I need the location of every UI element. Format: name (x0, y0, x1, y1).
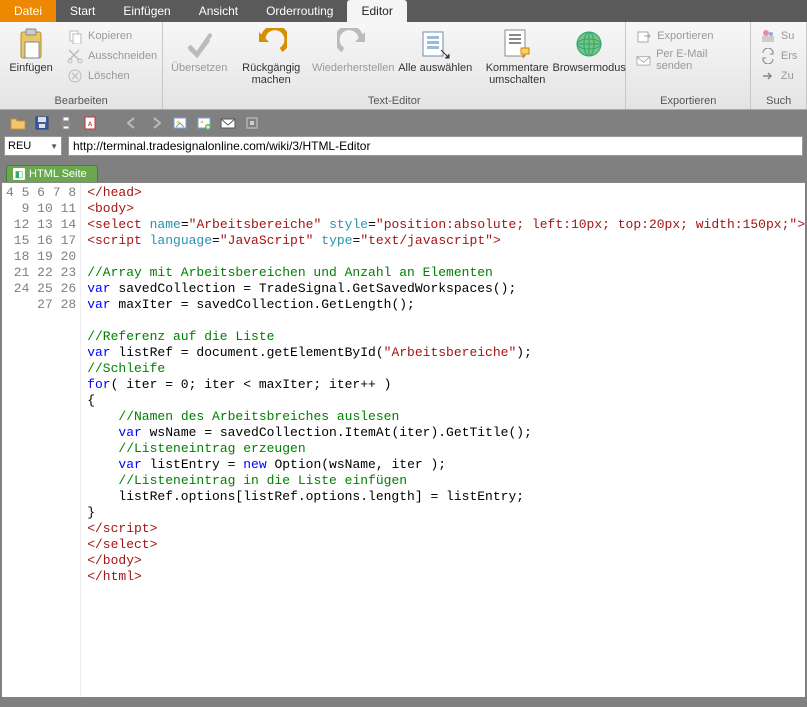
mail-icon (636, 52, 651, 68)
delete-button[interactable]: Löschen (67, 68, 157, 84)
menu-tab-einfügen[interactable]: Einfügen (109, 0, 184, 22)
goto-icon (760, 68, 776, 84)
check-icon (183, 28, 215, 60)
svg-text:A: A (88, 122, 93, 128)
ribbon-button-label: Kommentare umschalten (477, 63, 557, 86)
url-input[interactable]: http://terminal.tradesignalonline.com/wi… (68, 136, 803, 156)
redo-icon (337, 28, 369, 60)
ribbon-group-label: Text-Editor (368, 95, 421, 107)
url-value: http://terminal.tradesignalonline.com/wi… (73, 139, 370, 153)
selectall-icon (419, 28, 451, 60)
ribbon-group-bearbeiten: Einfügen Kopieren Ausschneiden Löschen Bearb… (0, 22, 163, 109)
code-editor[interactable]: 4 5 6 7 8 9 10 11 12 13 14 15 16 17 18 1… (0, 182, 807, 699)
copy-button[interactable]: Kopieren (67, 28, 157, 44)
people-button[interactable]: Su (760, 28, 798, 44)
ribbon-button-label: Wiederherstellen (312, 63, 395, 75)
people-icon (760, 28, 776, 44)
comment-icon (501, 28, 533, 60)
undo-icon (255, 28, 287, 60)
comment-button[interactable]: Kommentare umschalten (477, 26, 557, 86)
document-tab[interactable]: ◧ HTML Seite (6, 165, 98, 182)
globe-button[interactable]: Browsermodus (559, 26, 619, 75)
html-doc-icon: ◧ (13, 168, 25, 180)
document-tab-label: HTML Seite (29, 168, 87, 180)
ribbon-small-label: Ers (781, 50, 798, 62)
ribbon-button-label: Browsermodus (553, 63, 626, 75)
menu-tab-ansicht[interactable]: Ansicht (185, 0, 252, 22)
ribbon-small-label: Ausschneiden (88, 50, 157, 62)
ribbon-button-label: Übersetzen (171, 63, 227, 75)
replace-icon (760, 48, 776, 64)
toolbar-fwd-button[interactable] (148, 115, 164, 131)
toolbar-save-button[interactable] (34, 115, 50, 131)
toolbar-mail2-button[interactable] (220, 115, 236, 131)
menu-tab-editor[interactable]: Editor (347, 0, 406, 22)
ribbon-small-label: Per E-Mail senden (656, 48, 740, 72)
selectall-button[interactable]: Alle auswählen (395, 26, 475, 75)
ribbon-button-label: Rückgängig machen (231, 63, 311, 86)
toolbar-image-add-button[interactable] (196, 115, 212, 131)
replace-button[interactable]: Ers (760, 48, 798, 64)
globe-icon (573, 28, 605, 60)
goto-button[interactable]: Zu (760, 68, 798, 84)
quick-toolbar: A (0, 110, 807, 136)
toolbar-print-button[interactable] (58, 115, 74, 131)
export-button[interactable]: Exportieren (636, 28, 740, 44)
copy-icon (67, 28, 83, 44)
ribbon: Einfügen Kopieren Ausschneiden Löschen Bearb… (0, 22, 807, 110)
ribbon-small-label: Kopieren (88, 30, 132, 42)
check-button[interactable]: Übersetzen (169, 26, 229, 75)
code-content[interactable]: </head> <body> <select name="Arbeitsbere… (81, 183, 805, 697)
address-bar: REU ▼ http://terminal.tradesignalonline.… (0, 136, 807, 162)
ribbon-small-label: Zu (781, 70, 794, 82)
toolbar-pdf-button[interactable]: A (82, 115, 98, 131)
chevron-down-icon: ▼ (50, 142, 58, 151)
line-gutter: 4 5 6 7 8 9 10 11 12 13 14 15 16 17 18 1… (2, 183, 81, 697)
mail-button[interactable]: Per E-Mail senden (636, 48, 740, 72)
paste-icon (15, 28, 47, 60)
toolbar-tool-button[interactable] (244, 115, 260, 131)
source-combo-value: REU (8, 140, 31, 152)
ribbon-group-label: Bearbeiten (54, 95, 107, 107)
ribbon-group-label: Such (766, 95, 791, 107)
toolbar-open-button[interactable] (10, 115, 26, 131)
ribbon-button-label: Alle auswählen (398, 63, 472, 75)
ribbon-group-texteditor: Übersetzen Rückgängig machenWiederherstel… (163, 22, 626, 109)
source-combo[interactable]: REU ▼ (4, 136, 62, 156)
redo-button[interactable]: Wiederherstellen (313, 26, 393, 75)
ribbon-button-label: Einfügen (9, 63, 52, 75)
toolbar-image-button[interactable] (172, 115, 188, 131)
paste-button[interactable]: Einfügen (1, 26, 61, 75)
cut-button[interactable]: Ausschneiden (67, 48, 157, 64)
undo-button[interactable]: Rückgängig machen (231, 26, 311, 86)
menu-tab-orderrouting[interactable]: Orderrouting (252, 0, 347, 22)
ribbon-small-label: Löschen (88, 70, 130, 82)
menu-tab-start[interactable]: Start (56, 0, 109, 22)
ribbon-group-exportieren: Exportieren Per E-Mail senden Exportieren (626, 22, 751, 109)
cut-icon (67, 48, 83, 64)
menubar: DateiStartEinfügenAnsichtOrderroutingEdi… (0, 0, 807, 22)
export-icon (636, 28, 652, 44)
document-tabstrip: ◧ HTML Seite (0, 162, 807, 182)
ribbon-group-such: Su Ers Zu Such (751, 22, 807, 109)
ribbon-small-label: Su (781, 30, 794, 42)
delete-icon (67, 68, 83, 84)
menu-tab-datei[interactable]: Datei (0, 0, 56, 22)
toolbar-back-button[interactable] (124, 115, 140, 131)
ribbon-group-label: Exportieren (660, 95, 716, 107)
ribbon-small-label: Exportieren (657, 30, 713, 42)
